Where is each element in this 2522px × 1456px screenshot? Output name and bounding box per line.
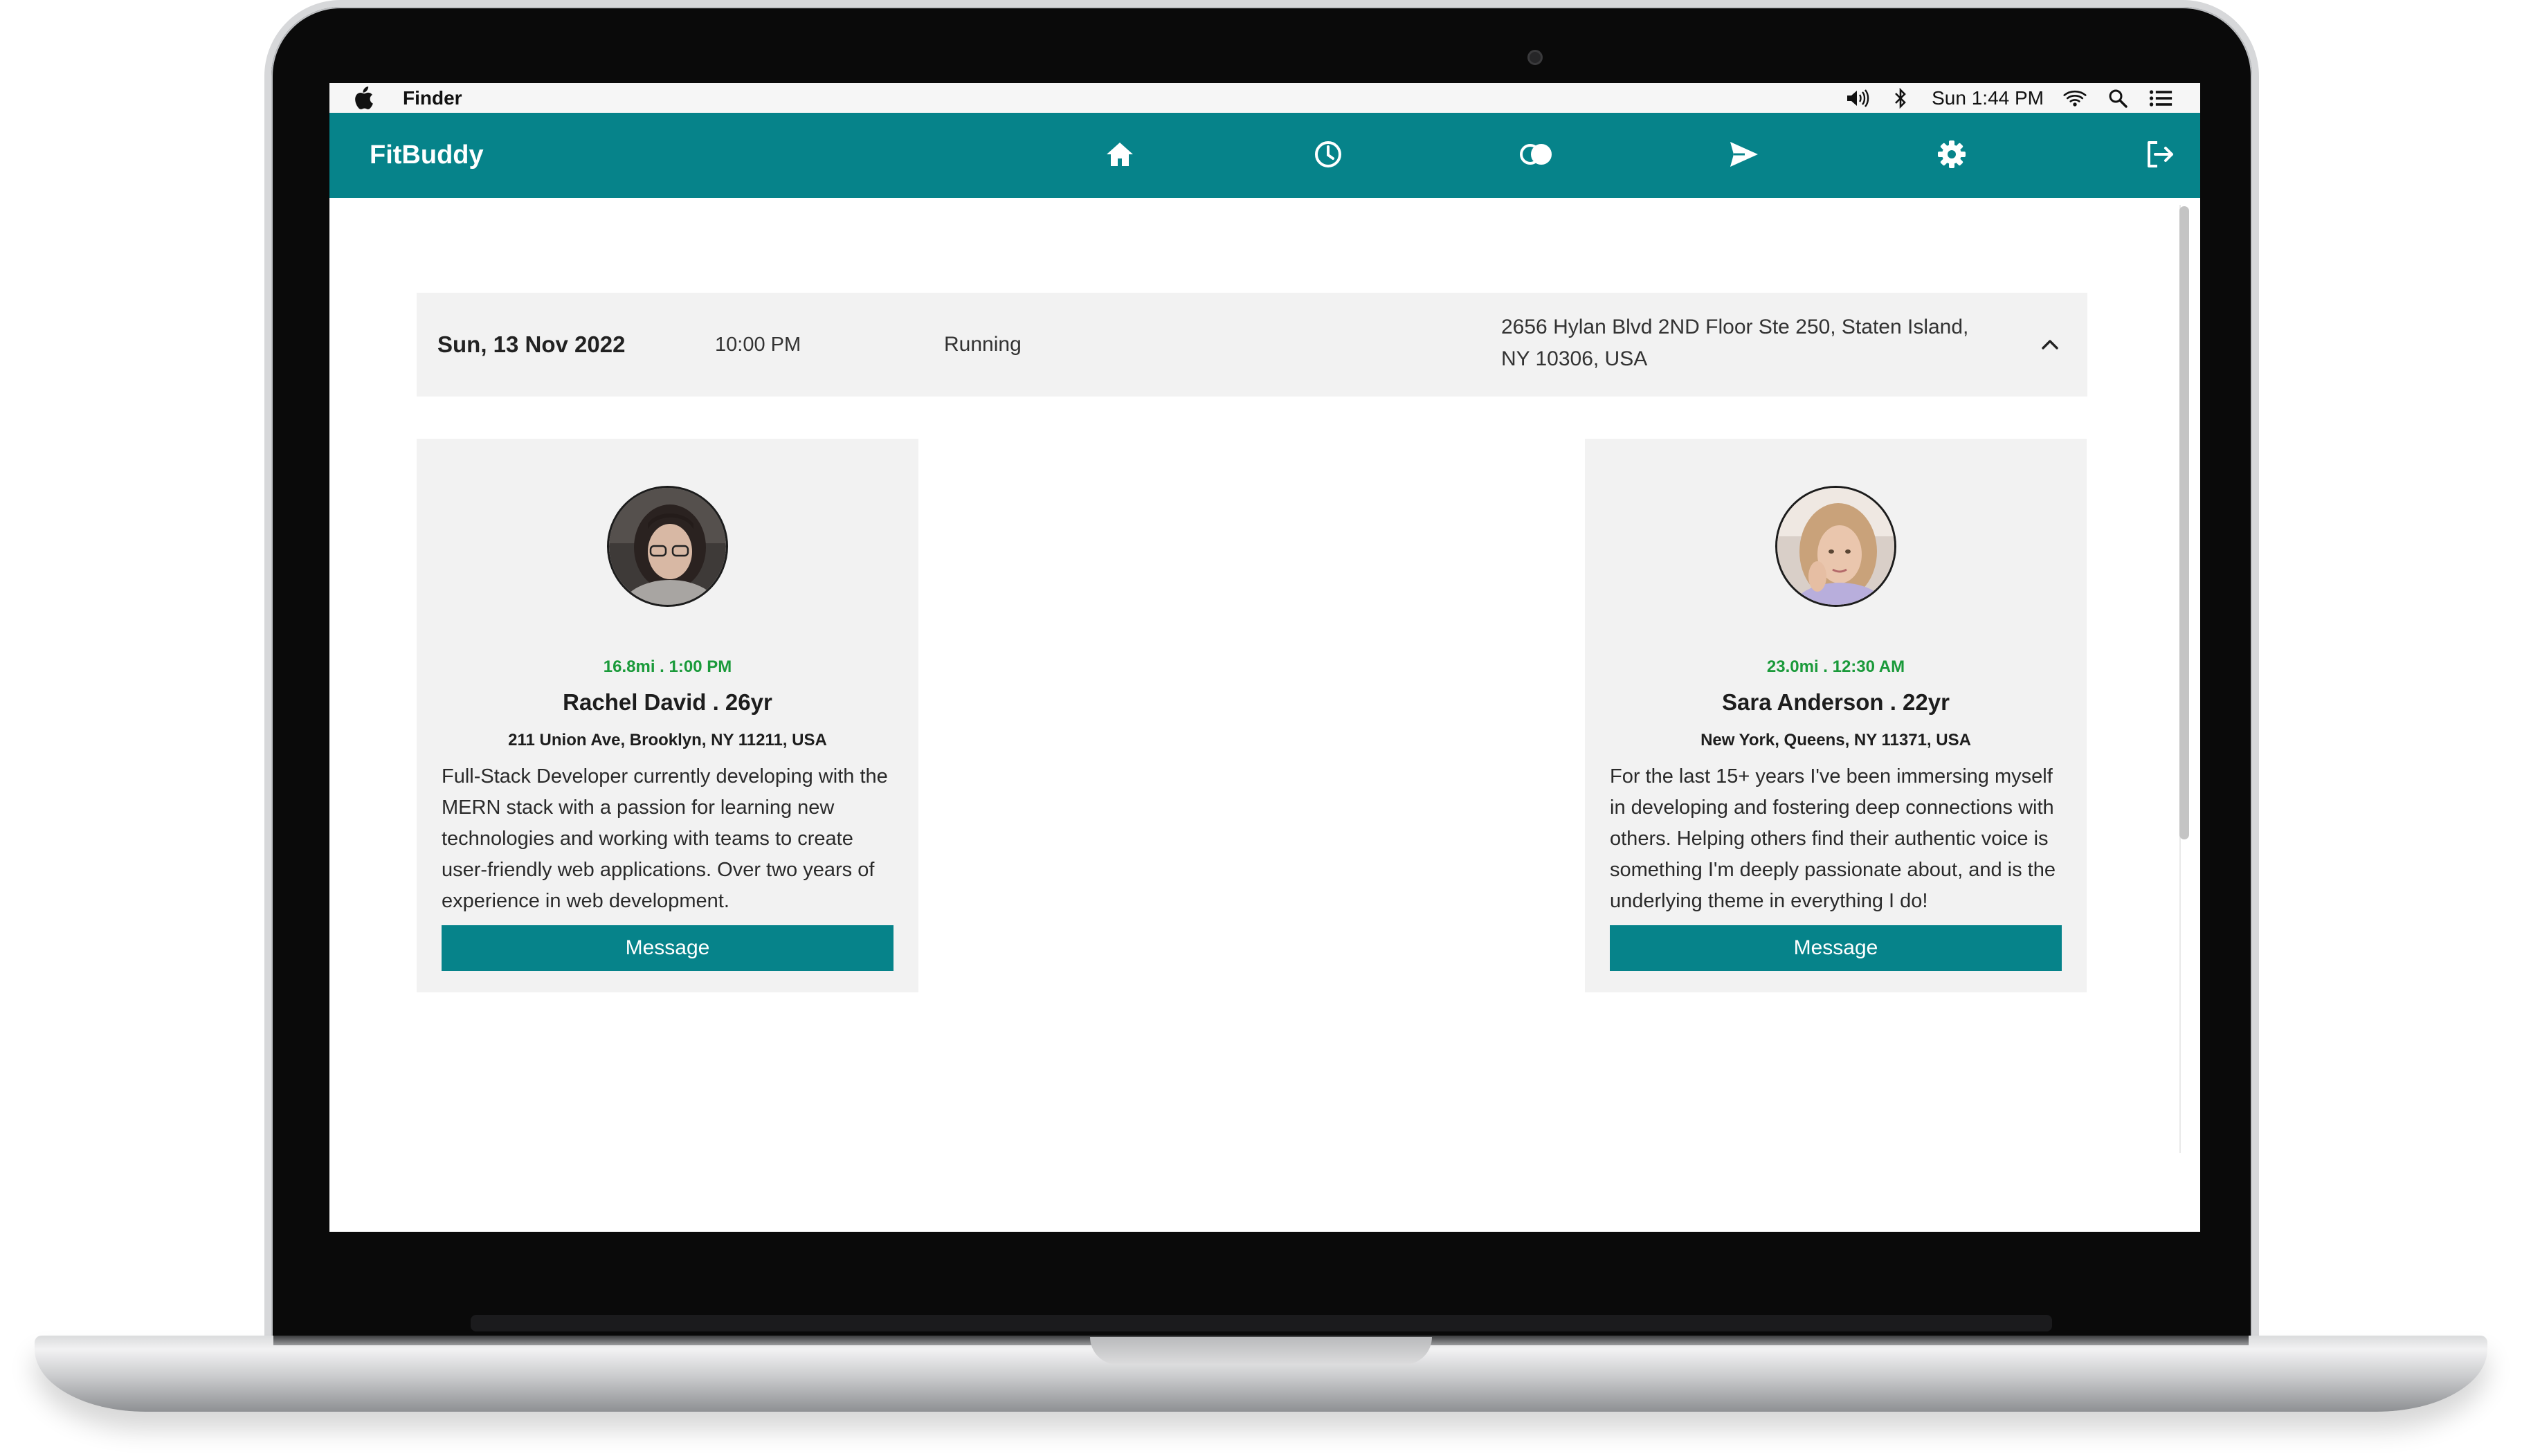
toggle-icon[interactable] [1516, 135, 1555, 174]
event-summary-bar[interactable]: Sun, 13 Nov 2022 10:00 PM Running 2656 H… [417, 293, 2087, 397]
distance-time: 23.0mi . 12:30 AM [1766, 657, 1905, 676]
message-button[interactable]: Message [442, 925, 893, 971]
buddy-bio: Full-Stack Developer currently developin… [442, 765, 888, 912]
laptop-hinge [471, 1315, 2052, 1331]
event-time: 10:00 PM [715, 333, 801, 356]
list-icon[interactable] [2149, 88, 2172, 109]
avatar [1775, 486, 1896, 607]
wifi-icon[interactable] [2063, 88, 2087, 109]
system-menubar: Finder Sun 1:44 PM [329, 83, 2200, 113]
message-button[interactable]: Message [1610, 925, 2062, 971]
distance-time: 16.8mi . 1:00 PM [603, 657, 732, 676]
search-icon[interactable] [2106, 88, 2130, 109]
screen: Finder Sun 1:44 PM FitBuddy Sun, 13 Nov … [329, 83, 2200, 1232]
laptop-notch [1090, 1337, 1432, 1365]
scrollbar-thumb[interactable] [2179, 206, 2189, 839]
gear-icon[interactable] [1932, 135, 1971, 174]
menubar-clock[interactable]: Sun 1:44 PM [1932, 87, 2044, 109]
send-icon[interactable] [1725, 135, 1763, 174]
volume-icon[interactable] [1846, 88, 1869, 109]
brand-logo[interactable]: FitBuddy [370, 113, 484, 198]
home-icon[interactable] [1100, 135, 1139, 174]
app-navbar: FitBuddy [329, 113, 2200, 198]
webcam [1527, 50, 1543, 65]
avatar [607, 486, 728, 607]
apple-icon[interactable] [353, 86, 377, 110]
clock-icon[interactable] [1309, 135, 1348, 174]
buddy-card: 16.8mi . 1:00 PM Rachel David . 26yr 211… [417, 439, 918, 992]
buddy-name-age: Sara Anderson . 22yr [1722, 689, 1950, 715]
page-content: Sun, 13 Nov 2022 10:00 PM Running 2656 H… [329, 198, 2200, 1232]
buddy-location: 211 Union Ave, Brooklyn, NY 11211, USA [508, 731, 827, 749]
buddy-location: New York, Queens, NY 11371, USA [1700, 731, 1971, 749]
buddy-name-age: Rachel David . 26yr [563, 689, 772, 715]
logout-icon[interactable] [2141, 135, 2179, 174]
buddy-card: 23.0mi . 12:30 AM Sara Anderson . 22yr N… [1585, 439, 2087, 992]
event-activity: Running [944, 333, 1022, 356]
buddy-bio: For the last 15+ years I've been immersi… [1610, 765, 2056, 912]
chevron-up-icon[interactable] [2036, 331, 2064, 358]
event-date: Sun, 13 Nov 2022 [437, 331, 626, 357]
active-app-name[interactable]: Finder [403, 87, 462, 109]
bluetooth-icon[interactable] [1889, 87, 1912, 109]
event-address: 2656 Hylan Blvd 2ND Floor Ste 250, State… [1501, 316, 1969, 370]
